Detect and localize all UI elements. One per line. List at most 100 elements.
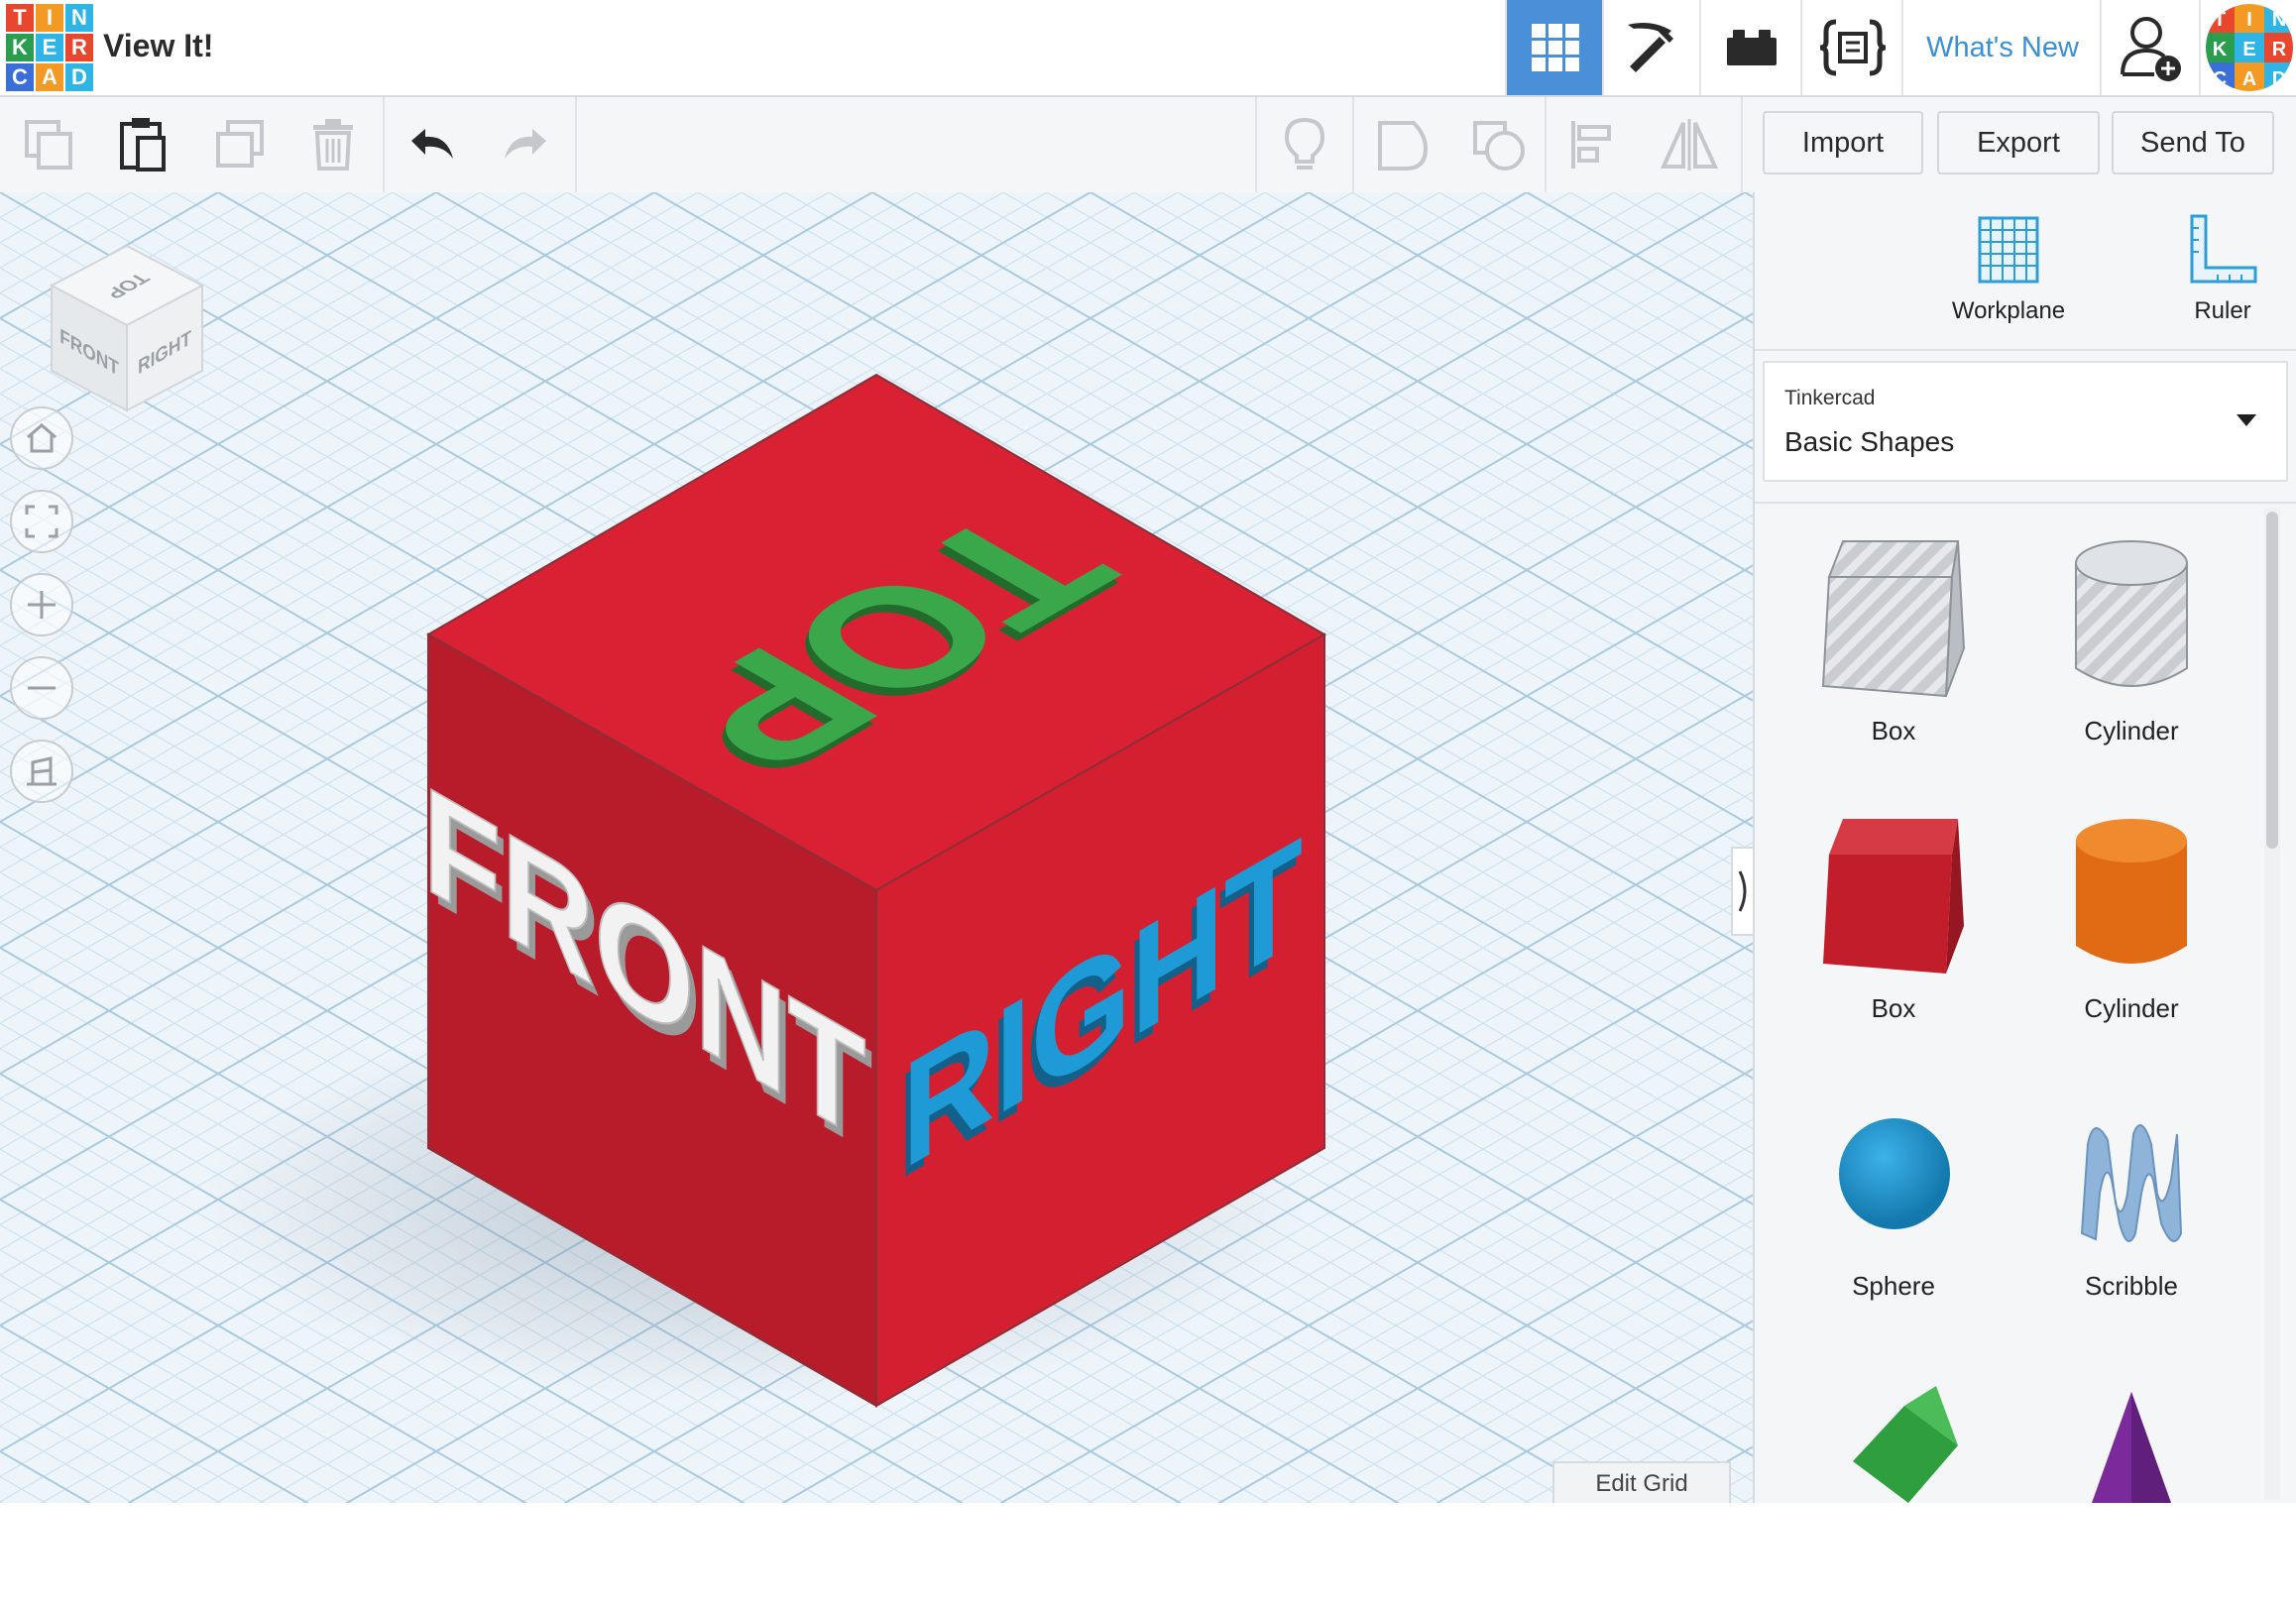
top-bar: T I N K E R C A D View It! What's New T … xyxy=(0,0,2296,97)
ruler-label: Ruler xyxy=(2194,297,2251,324)
workplane-canvas[interactable]: TOP TOP FRONT FRONT RIGHT RIGHT TOP FRON… xyxy=(0,192,1753,1503)
perspective-button[interactable] xyxy=(10,740,73,803)
ungroup-icon xyxy=(1473,121,1525,171)
group-button[interactable] xyxy=(1370,113,1434,176)
logo-letter: E xyxy=(36,34,63,61)
duplicate-icon xyxy=(216,120,264,168)
design-view-button[interactable] xyxy=(1505,0,1604,95)
undo-button[interactable] xyxy=(401,113,464,176)
chevron-right-icon xyxy=(1738,870,1747,912)
export-button[interactable]: Export xyxy=(1937,111,2100,174)
blocks-view-button[interactable] xyxy=(1602,0,1701,95)
shape-cylinder[interactable]: Cylinder xyxy=(2032,807,2231,1055)
avatar-letter: T xyxy=(2214,9,2226,31)
zoom-in-button[interactable] xyxy=(10,573,73,636)
avatar-letter: K xyxy=(2213,39,2228,60)
home-icon xyxy=(27,423,57,453)
lightbulb-icon xyxy=(1284,117,1325,170)
shape-roof[interactable] xyxy=(1794,1362,1993,1610)
logo-letter: C xyxy=(6,63,34,91)
cylinder-hole-icon xyxy=(2075,540,2188,687)
cone-icon xyxy=(2092,1392,2171,1503)
library-provider-label: Tinkercad xyxy=(1784,387,1876,409)
avatar-letter: N xyxy=(2272,9,2286,31)
user-avatar[interactable]: T I N K E R C A D xyxy=(2199,0,2296,95)
shape-label: Box xyxy=(1871,716,1916,746)
fit-view-button[interactable] xyxy=(10,490,73,553)
shape-box-hole[interactable]: Box xyxy=(1794,529,1993,777)
logo-letter: K xyxy=(6,34,34,61)
pickaxe-icon xyxy=(1628,23,1673,72)
group-icon xyxy=(1378,121,1429,171)
workplane-tool[interactable]: Workplane xyxy=(1899,212,2118,351)
scroll-thumb[interactable] xyxy=(2266,512,2278,849)
logo-letter: T xyxy=(6,4,34,32)
roof-icon xyxy=(1853,1386,1958,1503)
ruler-tool[interactable]: Ruler xyxy=(2153,212,2292,351)
copy-button[interactable] xyxy=(18,113,81,176)
delete-button[interactable] xyxy=(301,113,365,176)
whats-new-link[interactable]: What's New xyxy=(1901,0,2102,95)
paste-button[interactable] xyxy=(111,113,174,176)
trash-icon xyxy=(313,119,353,171)
edit-grid-button[interactable]: Edit Grid xyxy=(1552,1461,1731,1503)
shape-label: Cylinder xyxy=(2084,716,2179,746)
ungroup-button[interactable] xyxy=(1467,113,1531,176)
workplane-icon xyxy=(1978,216,2039,284)
shape-box[interactable]: Box xyxy=(1794,807,1993,1055)
shape-cylinder-hole[interactable]: Cylinder xyxy=(2032,529,2231,777)
chevron-down-icon xyxy=(2237,414,2256,426)
shape-label: Scribble xyxy=(2085,1271,2178,1301)
document-title[interactable]: View It! xyxy=(103,28,213,64)
avatar-letter: A xyxy=(2242,68,2256,90)
send-to-button[interactable]: Send To xyxy=(2112,111,2274,174)
shapes-scrollbar[interactable] xyxy=(2264,508,2280,1499)
import-button[interactable]: Import xyxy=(1763,111,1923,174)
undo-icon xyxy=(411,129,453,159)
copy-icon xyxy=(25,120,72,170)
whats-new-label: What's New xyxy=(1926,31,2079,63)
minus-icon xyxy=(28,686,56,690)
brick-icon xyxy=(1727,30,1777,65)
bricks-view-button[interactable] xyxy=(1699,0,1802,95)
grid-icon xyxy=(1532,24,1579,71)
box-icon xyxy=(1823,819,1964,974)
view-cube[interactable]: TOP FRONT RIGHT xyxy=(44,242,212,420)
avatar-letter: C xyxy=(2213,68,2227,90)
zoom-out-button[interactable] xyxy=(10,656,73,720)
shape-sphere[interactable]: Sphere xyxy=(1794,1085,1993,1332)
mirror-icon xyxy=(1660,119,1719,171)
align-button[interactable] xyxy=(1560,113,1624,176)
avatar-logo-icon: T I N K E R C A D xyxy=(2206,4,2293,91)
redo-button[interactable] xyxy=(494,113,557,176)
logo-letter: I xyxy=(36,4,63,32)
fit-icon xyxy=(25,505,58,538)
logo-letter: R xyxy=(65,34,93,61)
paste-icon xyxy=(120,118,166,172)
align-icon xyxy=(1571,121,1611,169)
edit-toolbar: Import Export Send To xyxy=(0,97,2296,194)
panel-collapse-toggle[interactable] xyxy=(1731,847,1753,936)
mirror-button[interactable] xyxy=(1658,113,1721,176)
tinkercad-logo[interactable]: T I N K E R C A D xyxy=(6,4,93,91)
avatar-letter: D xyxy=(2272,68,2286,90)
avatar-letter: E xyxy=(2242,39,2255,60)
home-view-button[interactable] xyxy=(10,406,73,470)
workplane-grid: TOP TOP FRONT FRONT RIGHT RIGHT xyxy=(0,192,1753,1503)
codeblocks-button[interactable] xyxy=(1800,0,1903,95)
shape-label: Cylinder xyxy=(2084,993,2179,1023)
ruler-icon xyxy=(2190,214,2257,284)
workplane-label: Workplane xyxy=(1951,297,2066,324)
plus-icon xyxy=(28,591,56,619)
shape-scribble[interactable]: Scribble xyxy=(2032,1085,2231,1332)
add-user-button[interactable] xyxy=(2100,0,2201,95)
library-name-label: Basic Shapes xyxy=(1784,426,1955,457)
duplicate-button[interactable] xyxy=(208,113,272,176)
shape-label: Sphere xyxy=(1852,1271,1935,1301)
shape-cone[interactable] xyxy=(2032,1362,2231,1610)
shapes-panel: Workplane Ruler Tinkercad Basic Shapes B… xyxy=(1753,192,2296,1503)
notes-button[interactable] xyxy=(1273,113,1336,176)
redo-icon xyxy=(505,129,546,159)
perspective-icon xyxy=(27,756,57,786)
shape-library-select[interactable]: Tinkercad Basic Shapes xyxy=(1763,361,2288,482)
